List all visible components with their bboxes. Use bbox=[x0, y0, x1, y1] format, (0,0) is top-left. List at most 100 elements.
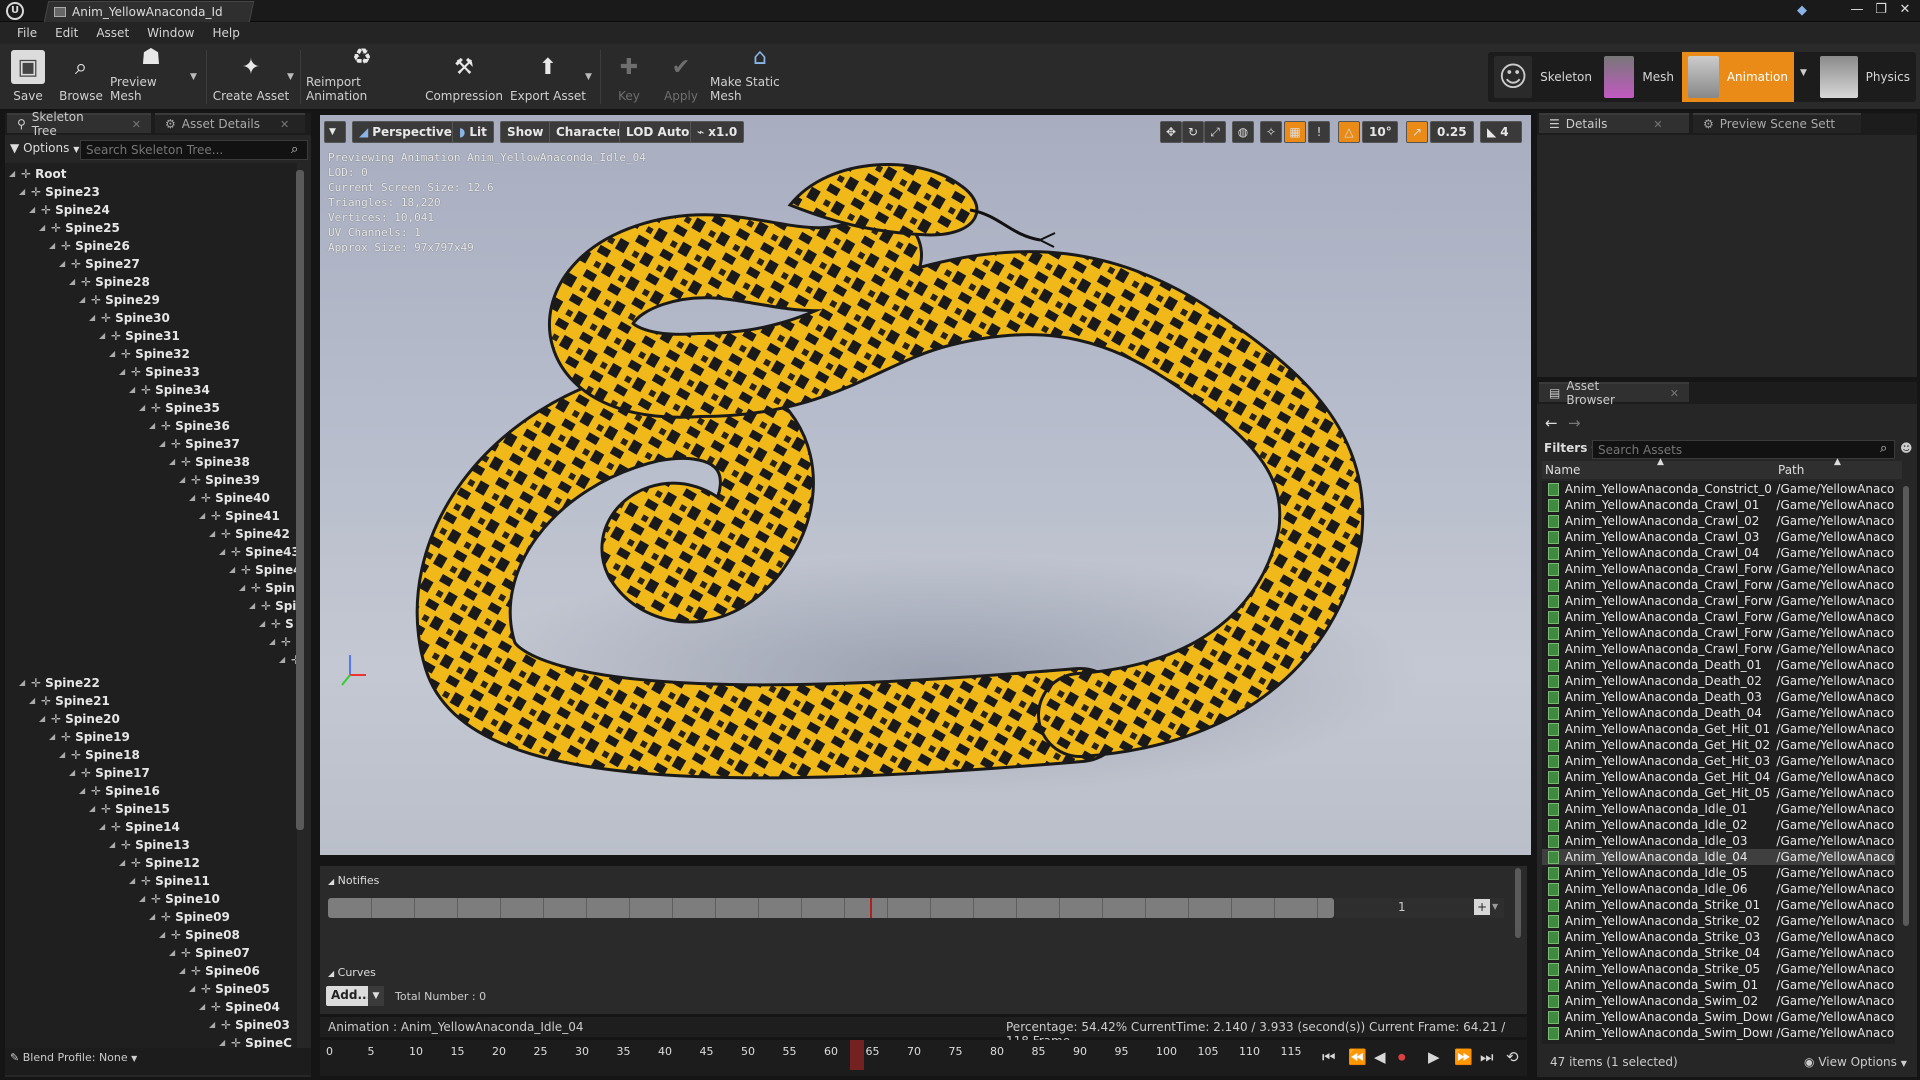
blend-profile-dropdown[interactable]: ✎ Blend Profile: None ▼ bbox=[10, 1051, 137, 1064]
close-tab-icon[interactable]: ✕ bbox=[1670, 387, 1679, 400]
expand-arrow-icon[interactable]: ◢ bbox=[139, 894, 147, 903]
asset-list-item[interactable]: Anim_YellowAnaconda_Swim_01/Game/YellowA… bbox=[1542, 977, 1895, 993]
expand-arrow-icon[interactable]: ◢ bbox=[109, 840, 117, 849]
bone-node[interactable]: ◢ ✛ Spine15 bbox=[89, 800, 170, 817]
bone-node[interactable]: ◢ ✛ Spine18 bbox=[59, 746, 140, 763]
bone-node[interactable]: ◢ ✛ Spine13 bbox=[109, 836, 190, 853]
bone-node[interactable]: ◢ ✛ Spine4 bbox=[229, 561, 297, 578]
notifies-header[interactable]: ◢ Notifies bbox=[328, 874, 379, 887]
expand-arrow-icon[interactable]: ◢ bbox=[239, 583, 247, 592]
bone-node[interactable]: ◢ ✛ Spine05 bbox=[189, 980, 270, 997]
expand-arrow-icon[interactable]: ◢ bbox=[229, 565, 237, 574]
tab-asset-browser[interactable]: ▤ Asset Browser ✕ bbox=[1539, 379, 1689, 407]
expand-arrow-icon[interactable]: ◢ bbox=[109, 349, 117, 358]
viewport-options-dropdown[interactable]: ▼ bbox=[324, 121, 346, 143]
expand-arrow-icon[interactable]: ◢ bbox=[129, 385, 137, 394]
asset-list-item[interactable]: Anim_YellowAnaconda_Death_04/Game/Yellow… bbox=[1542, 705, 1895, 721]
bone-node[interactable]: ◢ ✛ Spine21 bbox=[29, 692, 110, 709]
bone-node[interactable]: ◢ ✛ Spine03 bbox=[209, 1016, 290, 1033]
preview-mesh-dropdown-icon[interactable]: ▼ bbox=[190, 72, 197, 82]
bone-node[interactable]: ◢ ✛ Spine38 bbox=[169, 453, 250, 470]
bone-node[interactable]: ◢ ✛ Spine26 bbox=[49, 237, 130, 254]
expand-arrow-icon[interactable]: ◢ bbox=[179, 475, 187, 484]
expand-arrow-icon[interactable]: ◢ bbox=[89, 804, 97, 813]
bone-node[interactable]: ◢ ✛ Root bbox=[9, 165, 67, 182]
physics-mode-button[interactable]: Physics bbox=[1814, 52, 1916, 102]
expand-arrow-icon[interactable]: ◢ bbox=[9, 169, 17, 178]
bone-node[interactable]: ◢ ✛ Spine07 bbox=[169, 944, 250, 961]
asset-list-item[interactable]: Anim_YellowAnaconda_Idle_03/Game/YellowA… bbox=[1542, 833, 1895, 849]
bone-node[interactable]: ◢ ✛ Spine35 bbox=[139, 399, 220, 416]
asset-list-item[interactable]: Anim_YellowAnaconda_Death_01/Game/Yellow… bbox=[1542, 657, 1895, 673]
menu-edit[interactable]: Edit bbox=[46, 26, 87, 40]
asset-list-item[interactable]: Anim_YellowAnaconda_Swim_Down_0/Game/Yel… bbox=[1542, 1025, 1895, 1041]
expand-arrow-icon[interactable]: ◢ bbox=[29, 205, 37, 214]
expand-arrow-icon[interactable]: ◢ bbox=[19, 678, 27, 687]
expand-arrow-icon[interactable]: ◢ bbox=[39, 714, 47, 723]
tab-details[interactable]: ☰ Details ✕ bbox=[1539, 113, 1689, 133]
skip-to-end-icon[interactable]: ⏭ bbox=[1480, 1048, 1494, 1066]
asset-list-item[interactable]: Anim_YellowAnaconda_Death_02/Game/Yellow… bbox=[1542, 673, 1895, 689]
bone-node[interactable]: ◢ ✛ Spine23 bbox=[19, 183, 100, 200]
bone-node[interactable]: ◢ ✛ Spine22 bbox=[19, 674, 100, 691]
asset-list-item[interactable]: Anim_YellowAnaconda_Get_Hit_01/Game/Yell… bbox=[1542, 721, 1895, 737]
save-button[interactable]: ▣ Save bbox=[6, 47, 50, 107]
expand-arrow-icon[interactable]: ◢ bbox=[29, 696, 37, 705]
bone-node[interactable]: ◢ ✛ Spin bbox=[239, 579, 295, 596]
source-control-icon[interactable]: ◆ bbox=[1797, 3, 1813, 18]
asset-search-input[interactable] bbox=[1592, 440, 1895, 459]
expand-arrow-icon[interactable]: ◢ bbox=[89, 313, 97, 322]
skip-to-start-icon[interactable]: ⏮ bbox=[1322, 1048, 1336, 1066]
close-button[interactable]: ✕ bbox=[1894, 1, 1916, 19]
expand-arrow-icon[interactable]: ◢ bbox=[209, 529, 217, 538]
asset-list-item[interactable]: Anim_YellowAnaconda_Idle_05/Game/YellowA… bbox=[1542, 865, 1895, 881]
bone-node[interactable]: ◢ ✛ Spine43 bbox=[219, 543, 297, 560]
scale-snap-icon[interactable]: ↗ bbox=[1406, 121, 1428, 143]
bone-node[interactable]: ◢ ✛ Spi bbox=[249, 597, 296, 614]
expand-arrow-icon[interactable]: ◢ bbox=[259, 619, 267, 628]
asset-list-item[interactable]: Anim_YellowAnaconda_Crawl_04/Game/Yellow… bbox=[1542, 545, 1895, 561]
asset-list-item[interactable]: Anim_YellowAnaconda_Strike_05/Game/Yello… bbox=[1542, 961, 1895, 977]
asset-list-item[interactable]: Anim_YellowAnaconda_Idle_04/Game/YellowA… bbox=[1542, 849, 1895, 865]
asset-list-item[interactable]: Anim_YellowAnaconda_Crawl_Forwar/Game/Ye… bbox=[1542, 577, 1895, 593]
bone-node[interactable]: ◢ ✛ Spine42 bbox=[209, 525, 290, 542]
expand-arrow-icon[interactable]: ◢ bbox=[79, 295, 87, 304]
close-tab-icon[interactable]: ✕ bbox=[1653, 118, 1662, 131]
bone-node[interactable]: ◢ ✛ Spine36 bbox=[149, 417, 230, 434]
expand-arrow-icon[interactable]: ◢ bbox=[159, 439, 167, 448]
bone-node[interactable]: ◢ ✛ Spine30 bbox=[89, 309, 170, 326]
apply-button[interactable]: ✔ Apply bbox=[658, 47, 704, 107]
surface-snap-icon[interactable]: ✧ bbox=[1260, 121, 1282, 143]
make-static-mesh-button[interactable]: ⌂ Make Static Mesh bbox=[710, 45, 810, 107]
bone-node[interactable]: ◢ ✛ Spine11 bbox=[129, 872, 210, 889]
compression-button[interactable]: ⚒ Compression bbox=[424, 47, 504, 107]
bone-node[interactable]: ◢ ✛ Spine29 bbox=[79, 291, 160, 308]
asset-list-item[interactable]: Anim_YellowAnaconda_Crawl_01/Game/Yellow… bbox=[1542, 497, 1895, 513]
menu-help[interactable]: Help bbox=[203, 26, 248, 40]
asset-list-item[interactable]: Anim_YellowAnaconda_Swim_02/Game/YellowA… bbox=[1542, 993, 1895, 1009]
export-dropdown-icon[interactable]: ▼ bbox=[585, 72, 592, 82]
tab-preview-scene-settings[interactable]: ⚙ Preview Scene Sett bbox=[1693, 113, 1861, 133]
filters-dropdown[interactable]: Filters ▼ bbox=[1544, 441, 1598, 455]
bone-node[interactable]: ◢ ✛ S bbox=[259, 615, 294, 632]
loop-icon[interactable]: ⟲ bbox=[1506, 1048, 1519, 1066]
expand-arrow-icon[interactable]: ◢ bbox=[99, 331, 107, 340]
bone-node[interactable]: ◢ ✛ Spine25 bbox=[39, 219, 120, 236]
expand-arrow-icon[interactable]: ◢ bbox=[49, 241, 57, 250]
bone-node[interactable]: ◢ ✛ Spine10 bbox=[139, 890, 220, 907]
asset-list-item[interactable]: Anim_YellowAnaconda_Strike_04/Game/Yello… bbox=[1542, 945, 1895, 961]
browse-button[interactable]: ⌕ Browse bbox=[56, 47, 106, 107]
rotate-icon[interactable]: ↻ bbox=[1182, 121, 1204, 143]
minimize-button[interactable]: — bbox=[1846, 1, 1868, 19]
expand-arrow-icon[interactable]: ◢ bbox=[279, 655, 287, 664]
bone-node[interactable]: ◢ ✛ Spine12 bbox=[119, 854, 200, 871]
scale-icon[interactable]: ⤢ bbox=[1204, 121, 1226, 143]
expand-arrow-icon[interactable]: ◢ bbox=[69, 768, 77, 777]
show-button[interactable]: Show bbox=[500, 121, 551, 143]
character-button[interactable]: Character bbox=[549, 121, 630, 143]
step-forward-icon[interactable]: ⏩ bbox=[1454, 1048, 1473, 1066]
asset-list-scrollbar[interactable] bbox=[1903, 486, 1909, 926]
bone-node[interactable]: ◢ ✛ Spine24 bbox=[29, 201, 110, 218]
chevron-down-icon[interactable]: ▼ bbox=[368, 986, 384, 1006]
bone-node[interactable]: ◢ ✛ Spine27 bbox=[59, 255, 140, 272]
